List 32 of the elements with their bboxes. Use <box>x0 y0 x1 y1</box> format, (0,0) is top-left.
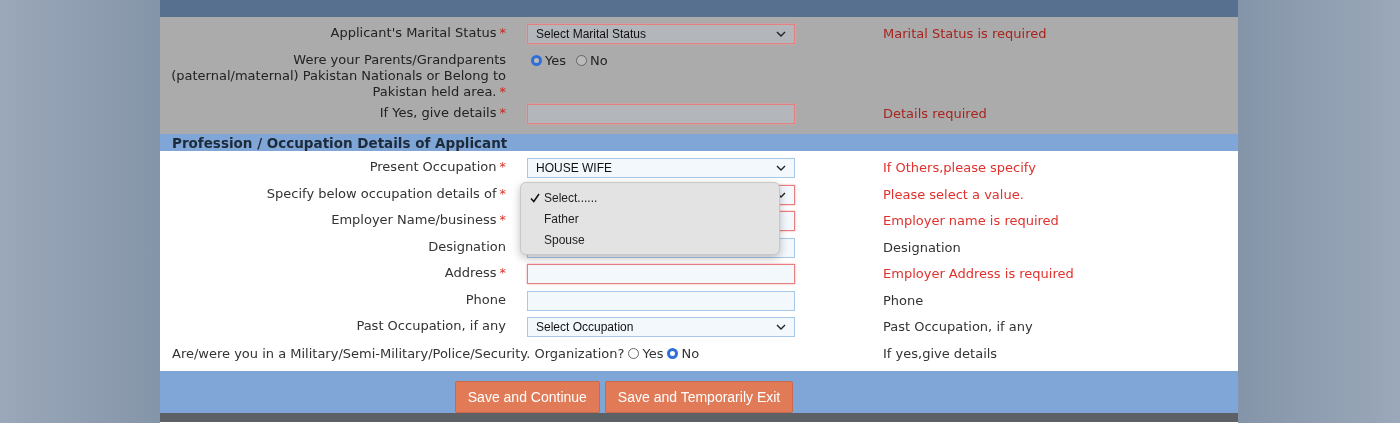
validation-message: Details required <box>883 106 987 121</box>
radio-label: Yes <box>642 345 664 361</box>
validation-message: Please select a value. <box>883 186 1024 202</box>
validation-message: If Others,please specify <box>883 160 1036 175</box>
dropdown-option[interactable]: Spouse <box>521 229 779 250</box>
field-label: Applicant's Marital Status * <box>330 25 506 40</box>
validation-message: Employer Address is required <box>883 266 1074 281</box>
radio-label: No <box>590 53 608 68</box>
select-field[interactable]: HOUSE WIFE <box>527 158 795 178</box>
radio-label: Yes <box>545 53 566 68</box>
field-label: Specify below occupation details of * <box>266 185 506 201</box>
section-title: Profession / Occupation Details of Applicant <box>172 134 508 151</box>
select-field[interactable]: Select Occupation <box>527 317 795 337</box>
validation-message: Phone <box>883 292 924 308</box>
field-label: Were your Parents/Grandparents (paternal/maternal) Pakistan Nationals or Belong to Pakistan held area. * <box>170 52 506 100</box>
field-label: Past Occupation, if any <box>356 318 506 333</box>
field-label: Present Occupation * <box>369 159 506 174</box>
field-label: If Yes, give details * <box>379 105 506 120</box>
dropdown-option[interactable]: Select...... <box>521 187 779 208</box>
field-label: Phone <box>465 291 506 307</box>
validation-message: If yes,give details <box>883 345 998 361</box>
dropdown-option[interactable]: Father <box>521 208 779 229</box>
field-label: Are/were you in a Military/Semi-Military/Police/Security. Organization? <box>172 345 625 361</box>
field-label: Address * <box>444 265 506 280</box>
validation-message: Marital Status is required <box>883 26 1047 41</box>
validation-message: Designation <box>883 239 961 255</box>
validation-message: Past Occupation, if any <box>883 319 1033 334</box>
radio-label: No <box>681 345 700 361</box>
field-label: Employer Name/business * <box>331 212 506 227</box>
validation-message: Employer name is required <box>883 213 1059 228</box>
select-field[interactable]: Select Marital Status <box>527 24 795 44</box>
field-label: Designation <box>428 238 506 254</box>
